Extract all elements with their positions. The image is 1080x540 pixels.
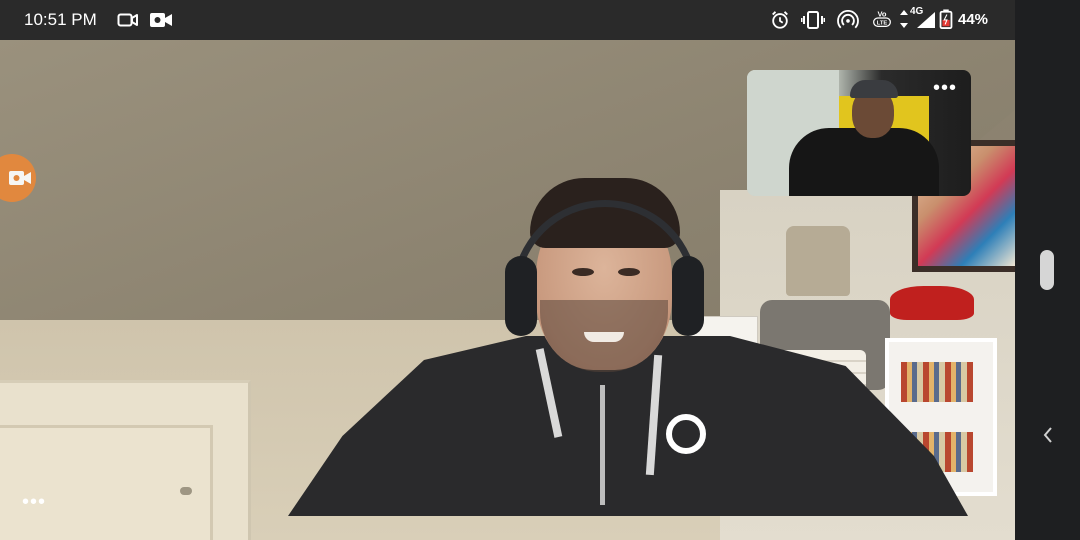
headphones-earcup <box>505 256 537 336</box>
pip-participant-cap <box>850 80 898 98</box>
back-button[interactable] <box>1040 424 1060 448</box>
battery-percentage: 44% <box>958 11 989 28</box>
participant-eye <box>572 268 594 276</box>
participant-smile <box>584 332 624 342</box>
video-camera-outline-icon <box>117 13 138 27</box>
data-arrows-icon <box>900 10 908 28</box>
video-camera-icon <box>9 171 31 185</box>
volte-icon: Vo LTE <box>873 9 891 27</box>
hoodie-zipper <box>600 385 605 505</box>
svg-text:LTE: LTE <box>877 21 888 27</box>
status-bar: 10:51 PM Vo LTE 4G 44% <box>0 0 1015 40</box>
more-options-button[interactable]: ••• <box>22 492 46 512</box>
chevron-left-icon <box>1043 427 1052 443</box>
hoodie-logo <box>666 414 706 454</box>
alarm-icon <box>772 11 788 29</box>
red-basket <box>890 286 974 320</box>
clock: 10:51 PM <box>24 10 97 29</box>
participant-eye <box>618 268 640 276</box>
lamp <box>786 226 850 296</box>
pip-more-options-button[interactable]: ••• <box>933 78 957 98</box>
scroll-handle[interactable] <box>1040 250 1054 290</box>
svg-text:Vo: Vo <box>877 9 886 18</box>
headphones-earcup <box>672 256 704 336</box>
video-camera-filled-icon <box>150 13 172 27</box>
signal-icon <box>917 12 935 28</box>
battery-icon <box>939 9 953 29</box>
pip-participant-body <box>789 128 939 196</box>
vibrate-icon <box>801 11 825 29</box>
pip-self-view[interactable]: ••• <box>747 70 971 196</box>
cabinet <box>0 380 251 540</box>
hotspot-icon <box>837 10 859 29</box>
